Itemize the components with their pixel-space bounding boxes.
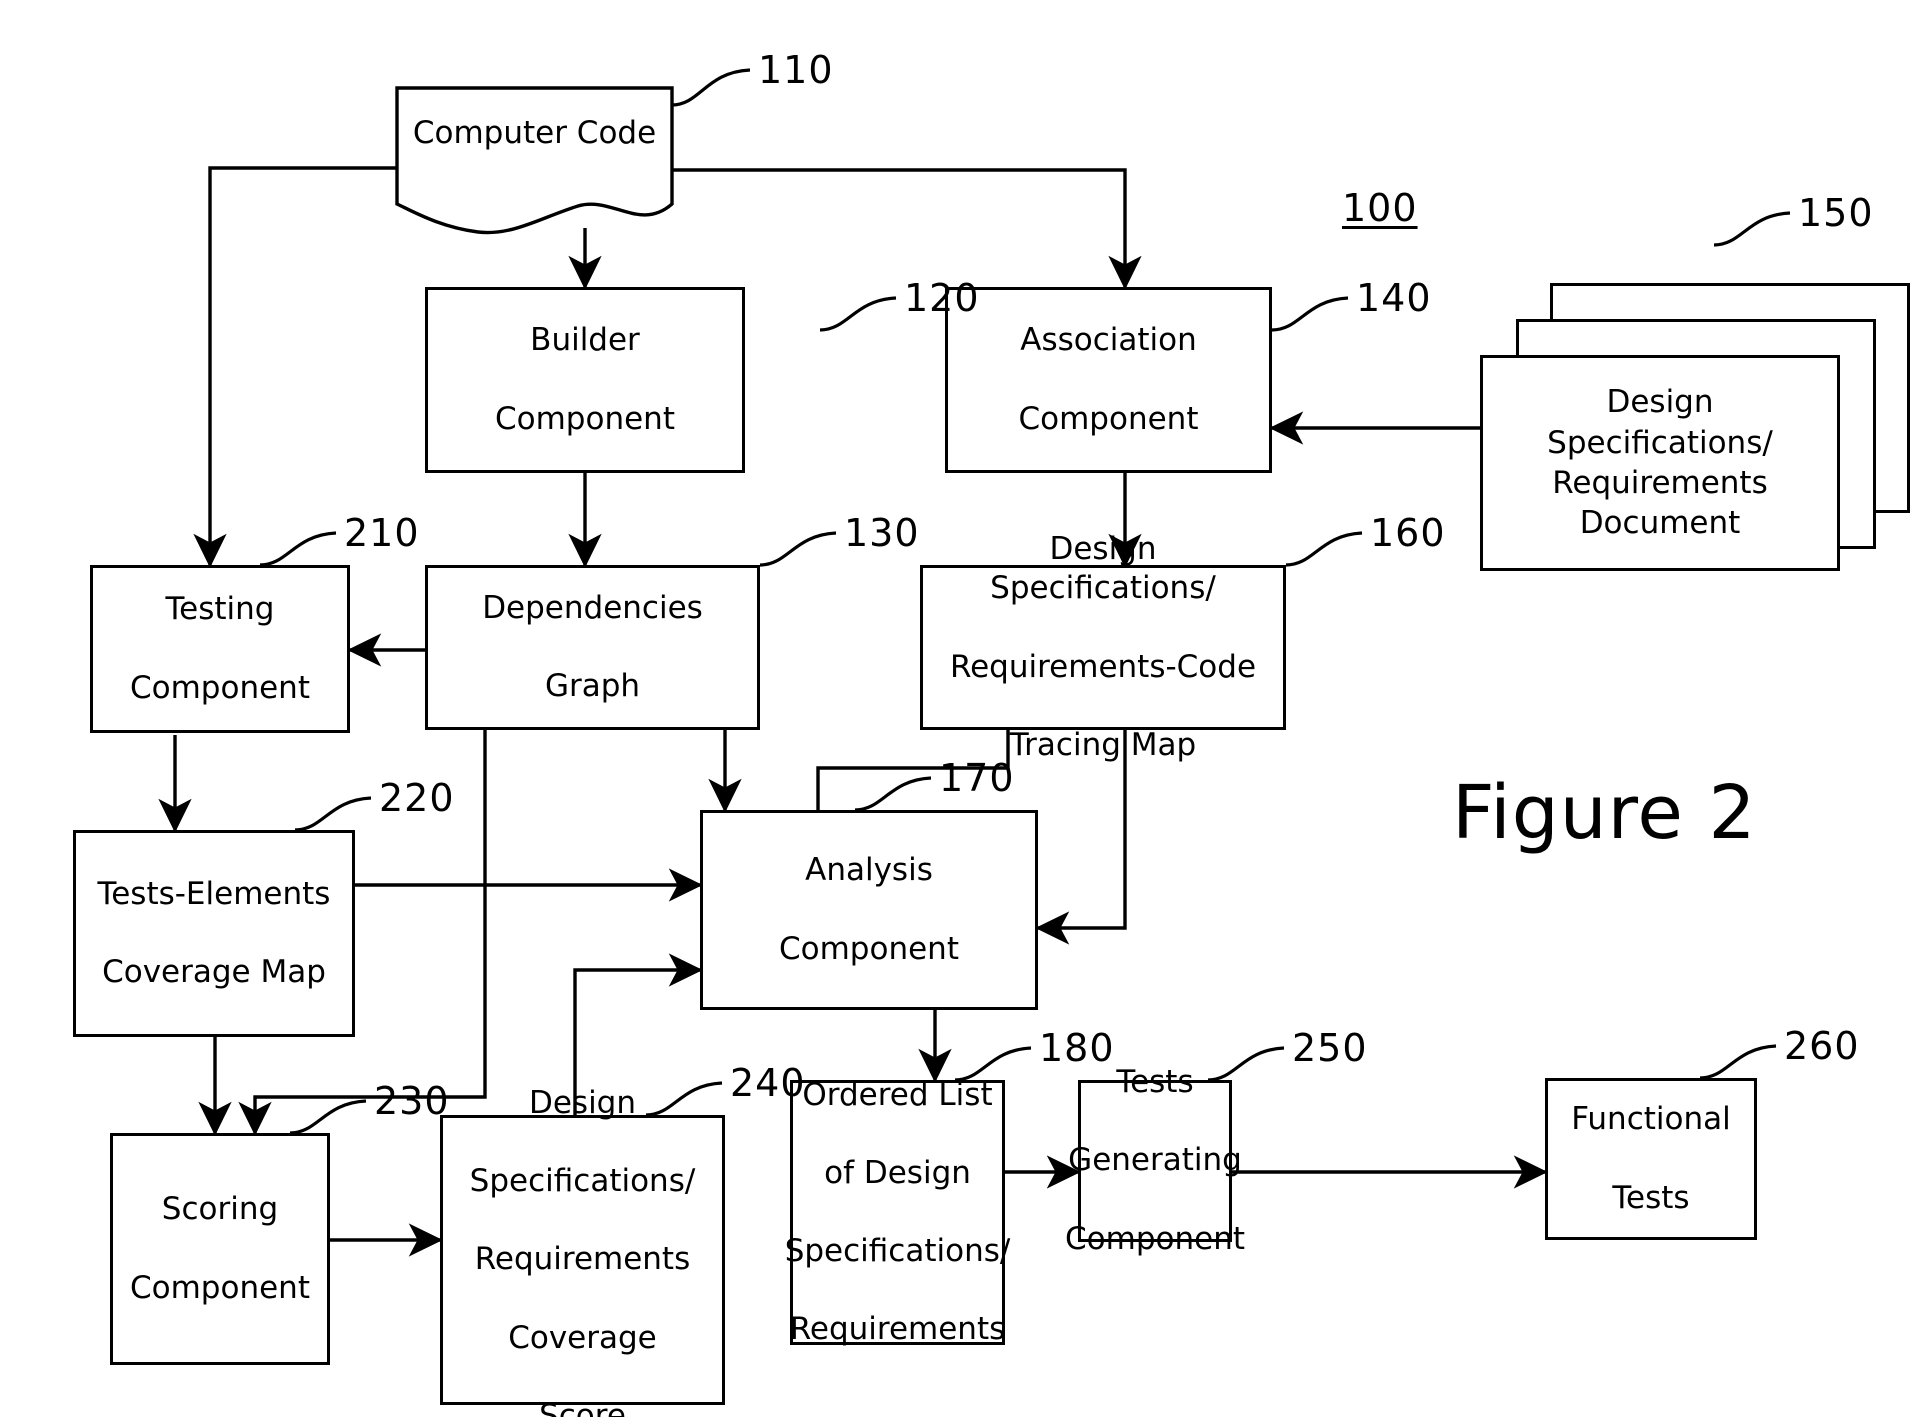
testing-line-1: Testing: [165, 591, 275, 628]
score-line-1: Design: [528, 1085, 637, 1122]
score-line-5: Score: [539, 1397, 626, 1417]
leader-260: [1699, 1044, 1777, 1080]
leader-230: [289, 1099, 367, 1135]
leader-220: [294, 796, 372, 832]
functional-line-1: Functional: [1571, 1101, 1731, 1138]
node-scoring-component[interactable]: Scoring Component: [110, 1133, 330, 1365]
ref-150: 150: [1798, 191, 1874, 235]
node-dependencies-graph[interactable]: Dependencies Graph: [425, 565, 760, 730]
figure-canvas: Computer Code Builder Component Associat…: [0, 0, 1926, 1417]
association-line-2: Component: [1018, 400, 1199, 437]
leader-150: [1713, 211, 1791, 247]
ordered-line-2: of Design: [824, 1154, 971, 1191]
ordered-line-1: Ordered List: [802, 1076, 993, 1113]
leader-120: [819, 296, 897, 332]
node-coverage-score[interactable]: Design Specifications/ Requirements Cove…: [440, 1085, 725, 1417]
score-line-2: Specifications/: [469, 1163, 696, 1200]
ordered-line-4: Requirements: [789, 1311, 1006, 1348]
tracing-line-2: Requirements-Code: [949, 648, 1257, 685]
ref-260: 260: [1784, 1024, 1860, 1068]
node-ordered-list[interactable]: Ordered List of Design Specifications/ R…: [785, 1077, 1011, 1347]
ref-110: 110: [758, 48, 834, 92]
builder-line-2: Component: [495, 400, 675, 437]
node-tracing-map[interactable]: Design Specifications/ Requirements-Code…: [920, 531, 1286, 763]
ref-220: 220: [379, 776, 455, 820]
scoring-line-1: Scoring: [161, 1191, 279, 1228]
depgraph-line-2: Graph: [544, 668, 641, 705]
leader-160: [1285, 531, 1363, 567]
ordered-line-3: Specifications/: [784, 1233, 1011, 1270]
testsgen-line-3: Component: [1065, 1220, 1245, 1257]
ref-160: 160: [1370, 511, 1446, 555]
node-computer-code[interactable]: Computer Code: [397, 88, 672, 238]
ref-210: 210: [344, 511, 420, 555]
scoring-line-2: Component: [130, 1269, 310, 1306]
score-line-4: Coverage: [508, 1319, 657, 1356]
depgraph-line-1: Dependencies: [482, 589, 703, 626]
leader-170: [854, 776, 932, 812]
association-line-1: Association: [1020, 322, 1197, 359]
node-tests-elements-coverage-map[interactable]: Tests-Elements Coverage Map: [73, 830, 355, 1037]
design-docs-line-1: Design: [1606, 384, 1714, 421]
score-line-3: Requirements: [474, 1241, 691, 1278]
ref-130: 130: [844, 511, 920, 555]
node-association-component[interactable]: Association Component: [945, 287, 1272, 473]
leader-210: [259, 531, 337, 567]
ref-180: 180: [1039, 1026, 1115, 1070]
ref-250: 250: [1292, 1026, 1368, 1070]
analysis-line-2: Component: [779, 930, 959, 967]
coverage-map-line-2: Coverage Map: [102, 954, 326, 991]
design-docs-line-2: Specifications/: [1547, 424, 1773, 461]
ref-240: 240: [730, 1061, 806, 1105]
leader-130: [759, 531, 837, 567]
ref-100-system: 100: [1342, 186, 1418, 230]
node-builder-component[interactable]: Builder Component: [425, 287, 745, 473]
figure-caption: Figure 2: [1452, 770, 1757, 856]
leader-110: [671, 68, 751, 107]
node-functional-tests[interactable]: Functional Tests: [1545, 1078, 1757, 1240]
node-analysis-component[interactable]: Analysis Component: [700, 810, 1038, 1010]
builder-line-1: Builder: [530, 322, 640, 359]
doc-sheet-front[interactable]: Design Specifications/ Requirements Docu…: [1480, 355, 1840, 571]
analysis-line-1: Analysis: [805, 852, 933, 889]
ref-230: 230: [374, 1079, 450, 1123]
coverage-map-line-1: Tests-Elements: [97, 875, 331, 912]
testing-line-2: Component: [130, 669, 310, 706]
computer-code-line-2: Code: [576, 115, 657, 151]
node-tests-generating-component[interactable]: Tests Generating Component: [1065, 1064, 1245, 1256]
testsgen-line-2: Generating: [1068, 1142, 1242, 1179]
design-docs-line-4: Document: [1579, 505, 1741, 542]
ref-170: 170: [939, 756, 1015, 800]
wire-code-to-association: [672, 168, 1142, 290]
ref-120: 120: [904, 276, 980, 320]
node-testing-component[interactable]: Testing Component: [90, 565, 350, 733]
ref-140: 140: [1356, 276, 1432, 320]
leader-140: [1271, 296, 1349, 332]
functional-line-2: Tests: [1612, 1179, 1690, 1216]
computer-code-line-1: Computer: [412, 115, 567, 151]
node-design-specifications-requirements-document[interactable]: Design Specifications/ Requirements Docu…: [1480, 283, 1910, 573]
tracing-line-1: Design Specifications/: [990, 531, 1216, 607]
design-docs-line-3: Requirements: [1552, 465, 1768, 501]
